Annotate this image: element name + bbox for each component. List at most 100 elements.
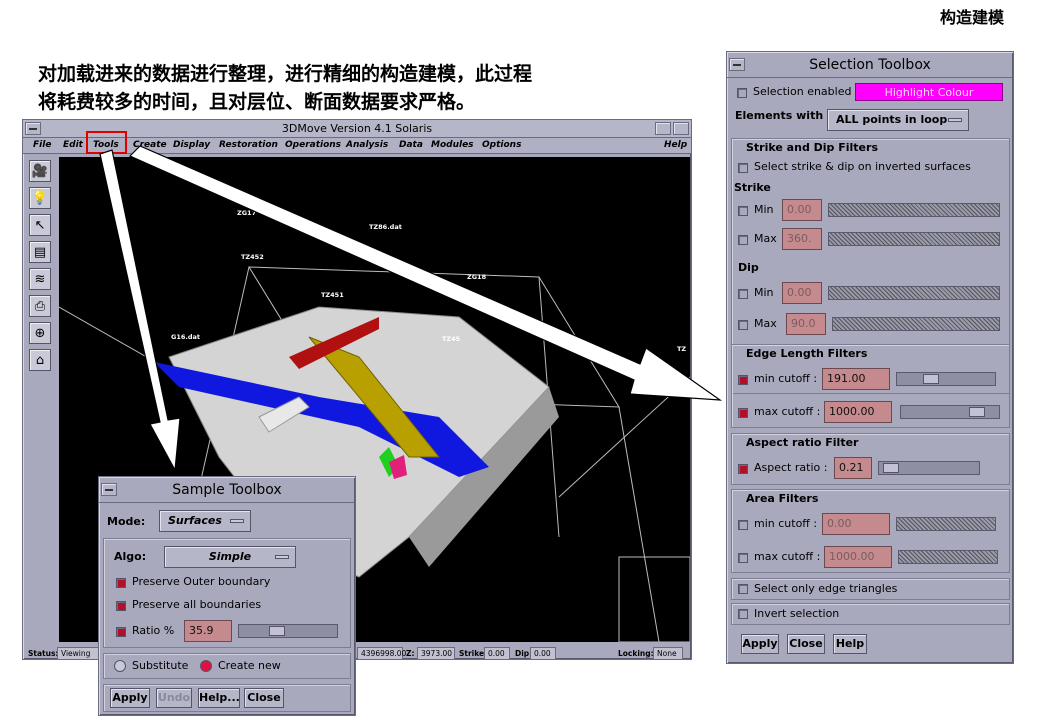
area-max-cutoff-label: max cutoff : — [754, 550, 821, 563]
edge-triangles-checkbox[interactable] — [738, 584, 748, 594]
strike-min-field[interactable]: 0.00 — [782, 199, 822, 221]
area-max-cutoff-field[interactable]: 1000.00 — [824, 546, 892, 568]
aspect-ratio-slider[interactable] — [878, 461, 980, 475]
z-coordinate-field: 3973.00 — [417, 647, 455, 660]
edge-max-cutoff-label: max cutoff : — [754, 405, 821, 418]
edge-length-heading: Edge Length Filters — [746, 347, 868, 360]
edge-min-cutoff-field[interactable]: 191.00 — [822, 368, 890, 390]
area-min-cutoff-field[interactable]: 0.00 — [822, 513, 890, 535]
strike-max-slider[interactable] — [828, 232, 1000, 246]
edge-max-cutoff-slider[interactable] — [900, 405, 1000, 419]
crosshair-icon[interactable]: ⊕ — [29, 322, 51, 344]
selection-apply-button[interactable]: Apply — [741, 634, 779, 654]
preserve-all-checkbox[interactable] — [116, 601, 126, 611]
invert-selection-label: Invert selection — [754, 607, 840, 620]
menu-help[interactable]: Help — [664, 140, 687, 150]
edge-triangles-label: Select only edge triangles — [754, 582, 898, 595]
mode-select[interactable]: Surfaces — [159, 510, 251, 532]
selection-close-button[interactable]: Close — [787, 634, 825, 654]
area-min-cutoff-checkbox[interactable] — [738, 520, 748, 530]
area-filters-group: Area Filters min cutoff : 0.00 max cutof… — [731, 489, 1010, 573]
preserve-outer-checkbox[interactable] — [116, 578, 126, 588]
dip-min-field[interactable]: 0.00 — [782, 282, 822, 304]
preserve-outer-label: Preserve Outer boundary — [132, 575, 271, 588]
well-label: TZ452 — [241, 253, 264, 261]
maximize-button[interactable] — [673, 122, 689, 135]
selection-toolbox-titlebar: Selection Toolbox — [727, 52, 1013, 78]
strike-max-checkbox[interactable] — [738, 235, 748, 245]
menu-analysis[interactable]: Analysis — [346, 140, 388, 150]
lightbulb-icon[interactable]: 💡 — [29, 187, 51, 209]
create-new-radio[interactable] — [200, 660, 212, 672]
window-menu-button[interactable] — [101, 483, 117, 496]
aspect-ratio-checkbox[interactable] — [738, 464, 748, 474]
area-max-cutoff-checkbox[interactable] — [738, 553, 748, 563]
aspect-ratio-filter-group: Aspect ratio Filter Aspect ratio : 0.21 — [731, 433, 1010, 485]
inverted-surfaces-checkbox[interactable] — [738, 163, 748, 173]
edge-min-cutoff-checkbox[interactable] — [738, 375, 748, 385]
sample-help-button[interactable]: Help... — [198, 688, 240, 708]
locking-select[interactable]: None — [653, 647, 683, 660]
area-max-cutoff-slider[interactable] — [898, 550, 998, 564]
area-filters-heading: Area Filters — [746, 492, 819, 505]
layers-icon[interactable]: ▤ — [29, 241, 51, 263]
algo-value: Simple — [208, 550, 252, 563]
stack-icon[interactable]: ≋ — [29, 268, 51, 290]
window-menu-button[interactable] — [729, 58, 745, 71]
well-label: G16.dat — [171, 333, 200, 341]
menu-display[interactable]: Display — [173, 140, 210, 150]
menu-file[interactable]: File — [33, 140, 51, 150]
strike-max-field[interactable]: 360. — [782, 228, 822, 250]
menu-options[interactable]: Options — [482, 140, 521, 150]
ratio-slider[interactable] — [238, 624, 338, 638]
menu-restoration[interactable]: Restoration — [219, 140, 278, 150]
corner-title: 构造建模 — [940, 8, 1005, 27]
menu-operations[interactable]: Operations — [285, 140, 341, 150]
dip-label: Dip — [738, 261, 759, 274]
dip-max-field[interactable]: 90.0 — [786, 313, 826, 335]
edge-max-cutoff-checkbox[interactable] — [738, 408, 748, 418]
dip-min-checkbox[interactable] — [738, 289, 748, 299]
printer-icon[interactable]: ⎙ — [29, 295, 51, 317]
menu-modules[interactable]: Modules — [431, 140, 474, 150]
algo-select[interactable]: Simple — [164, 546, 296, 568]
dip-max-checkbox[interactable] — [738, 320, 748, 330]
substitute-label: Substitute — [132, 659, 189, 672]
selection-help-button[interactable]: Help — [833, 634, 867, 654]
edge-min-cutoff-slider[interactable] — [896, 372, 996, 386]
ratio-field[interactable]: 35.9 — [184, 620, 232, 642]
sample-toolbox-titlebar: Sample Toolbox — [99, 477, 355, 503]
edge-max-cutoff-field[interactable]: 1000.00 — [824, 401, 892, 423]
minimize-button[interactable] — [655, 122, 671, 135]
invert-selection-checkbox[interactable] — [738, 609, 748, 619]
sample-close-button[interactable]: Close — [244, 688, 284, 708]
highlight-colour-button[interactable]: Highlight Colour — [855, 83, 1003, 101]
dip-max-slider[interactable] — [832, 317, 1000, 331]
sample-undo-button[interactable]: Undo — [156, 688, 192, 708]
menu-edit[interactable]: Edit — [63, 140, 83, 150]
window-menu-button[interactable] — [25, 122, 41, 135]
arrow-cursor-icon[interactable]: ↖ — [29, 214, 51, 236]
preserve-all-label: Preserve all boundaries — [132, 598, 262, 611]
tool-icon-column: 🎥 💡 ↖ ▤ ≋ ⎙ ⊕ ⌂ — [26, 160, 52, 376]
sample-apply-button[interactable]: Apply — [110, 688, 150, 708]
menu-data[interactable]: Data — [399, 140, 423, 150]
inverted-surfaces-label: Select strike & dip on inverted surfaces — [754, 160, 971, 173]
strike-min-checkbox[interactable] — [738, 206, 748, 216]
home-icon[interactable]: ⌂ — [29, 349, 51, 371]
aspect-ratio-field[interactable]: 0.21 — [834, 457, 872, 479]
well-label: TZ451 — [321, 291, 344, 299]
ratio-checkbox[interactable] — [116, 627, 126, 637]
substitute-radio[interactable] — [114, 660, 126, 672]
camera-icon[interactable]: 🎥 — [29, 160, 51, 182]
area-min-cutoff-slider[interactable] — [896, 517, 996, 531]
strike-min-slider[interactable] — [828, 203, 1000, 217]
menu-create[interactable]: Create — [133, 140, 167, 150]
selection-enabled-checkbox[interactable] — [737, 88, 747, 98]
well-label: ZG17 — [237, 209, 257, 217]
elements-with-select[interactable]: ALL points in loop — [827, 109, 969, 131]
dip-min-slider[interactable] — [828, 286, 1000, 300]
locking-label: Locking: — [618, 649, 654, 658]
selection-toolbox: Selection Toolbox Selection enabled High… — [726, 51, 1014, 664]
create-new-label: Create new — [218, 659, 281, 672]
